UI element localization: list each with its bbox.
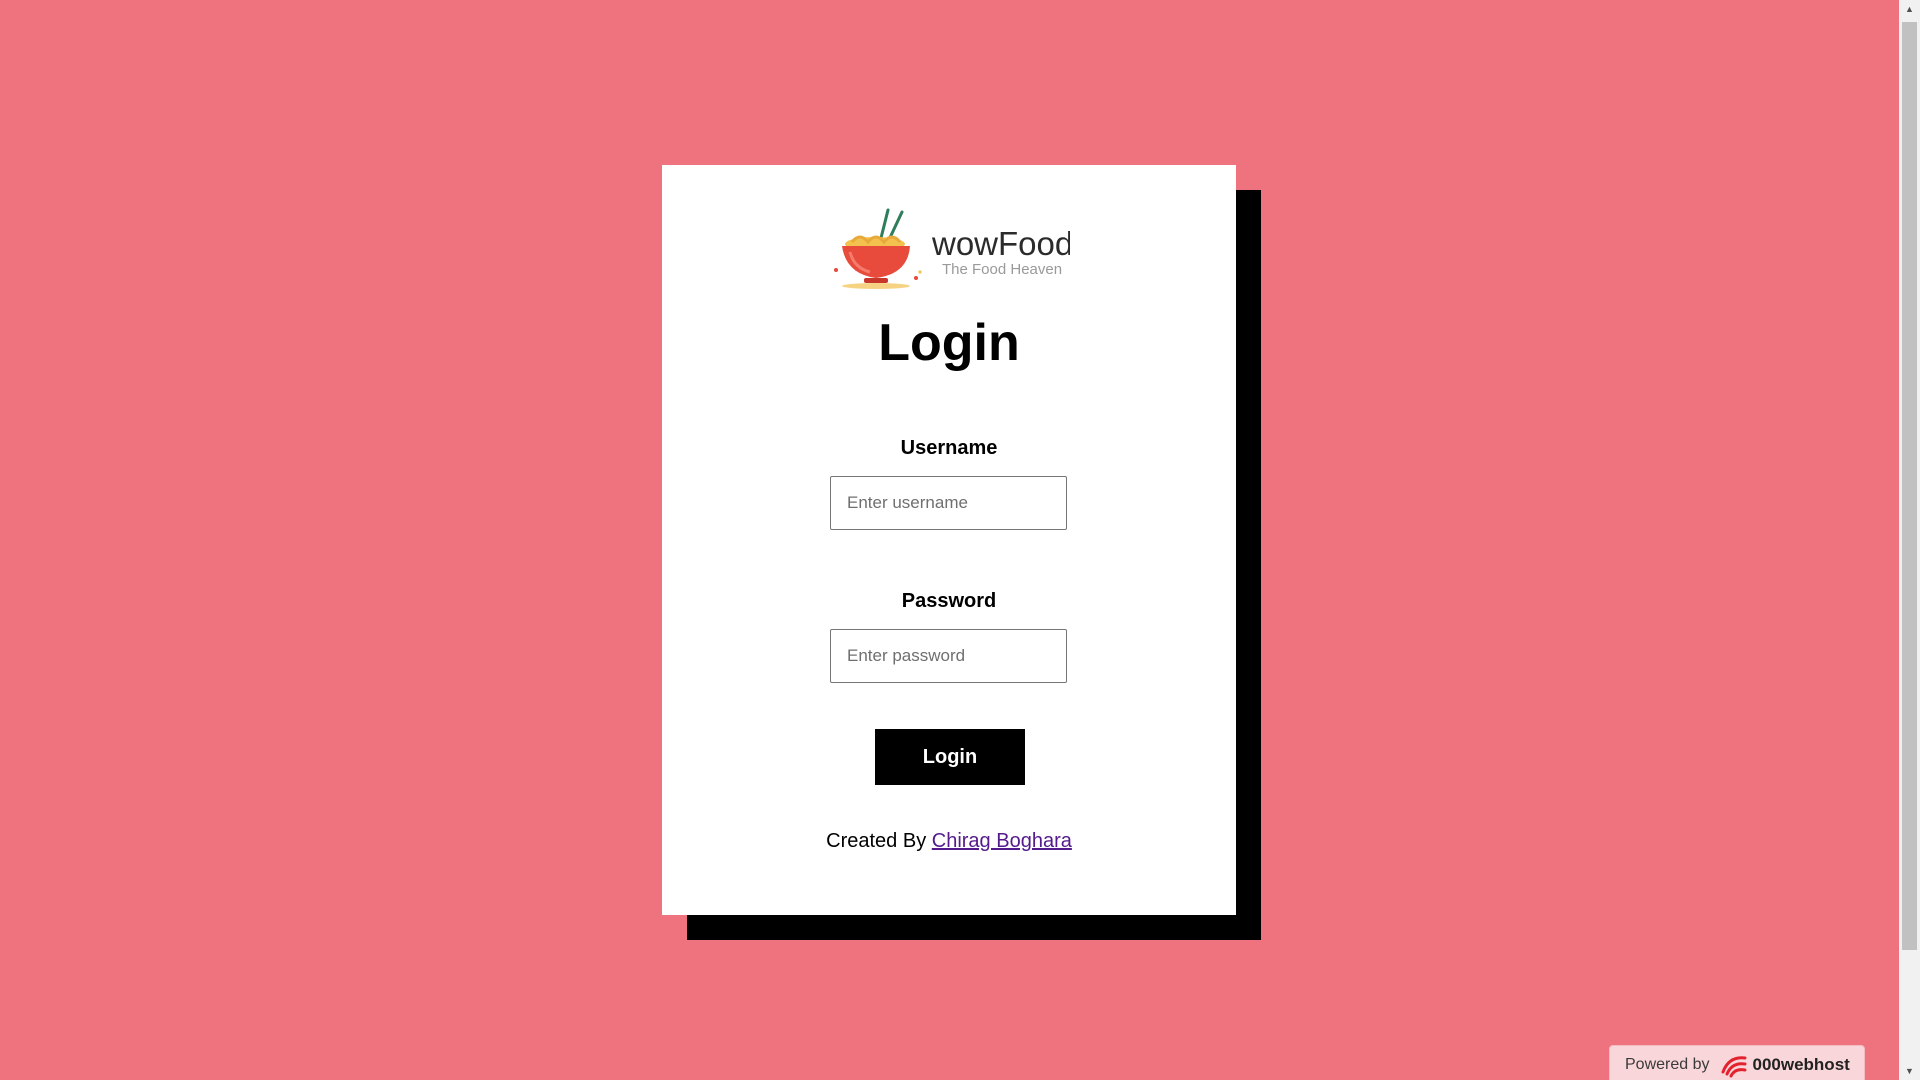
credit-line: Created By Chirag Boghara	[662, 830, 1236, 853]
scroll-up-arrow-icon[interactable]: ▲	[1899, 0, 1920, 18]
vertical-scrollbar[interactable]: ▲ ▼	[1899, 0, 1920, 1080]
wowfood-logo: wowFood The Food Heaven	[834, 208, 1070, 289]
scrollbar-thumb[interactable]	[1902, 22, 1917, 950]
brand-tagline: The Food Heaven	[942, 261, 1062, 278]
powered-by-badge[interactable]: Powered by 000webhost	[1609, 1045, 1865, 1080]
password-input[interactable]	[830, 629, 1067, 683]
brand-name: wowFood	[931, 225, 1070, 262]
host-name: 000webhost	[1752, 1055, 1850, 1074]
author-link[interactable]: Chirag Boghara	[932, 830, 1072, 852]
login-button[interactable]: Login	[875, 729, 1025, 785]
login-card: wowFood The Food Heaven Login Username P…	[662, 165, 1236, 915]
000webhost-logo-icon	[1721, 1056, 1746, 1078]
scroll-down-arrow-icon[interactable]: ▼	[1899, 1062, 1920, 1080]
credit-prefix: Created By	[826, 830, 927, 852]
password-label: Password	[901, 590, 997, 612]
powered-by-label: Powered by	[1625, 1056, 1710, 1073]
username-label: Username	[900, 437, 998, 459]
username-input[interactable]	[830, 476, 1067, 530]
page-title: Login	[878, 314, 1020, 372]
